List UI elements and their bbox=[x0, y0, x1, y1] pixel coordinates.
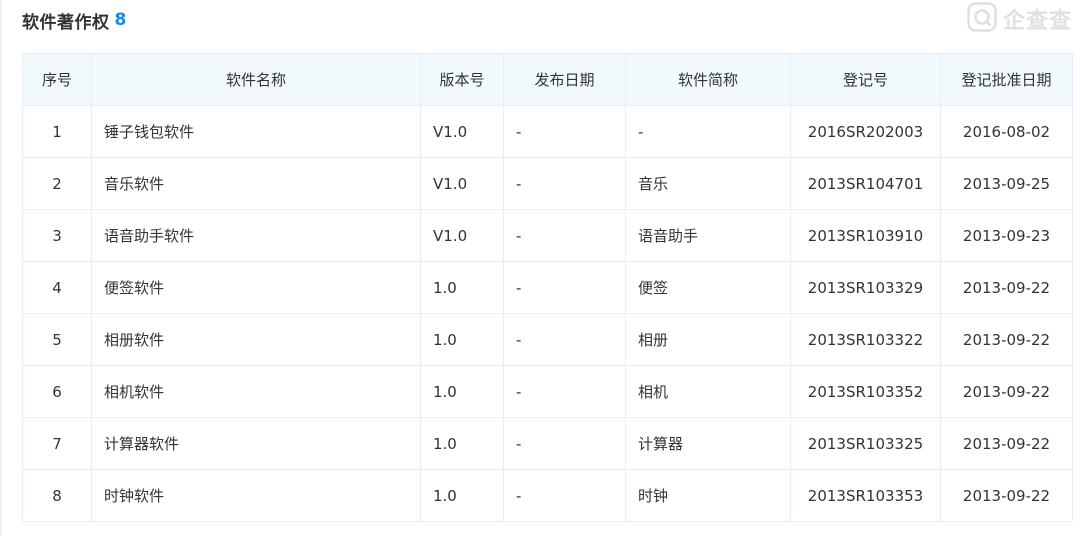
cell-software-name[interactable]: 时钟软件 bbox=[91, 469, 421, 522]
cell-index: 4 bbox=[22, 261, 92, 314]
cell-registration-number: 2013SR103352 bbox=[790, 365, 941, 418]
cell-approval-date: 2013-09-23 bbox=[940, 209, 1073, 262]
section-title: 软件著作权 bbox=[22, 12, 110, 33]
cell-version: V1.0 bbox=[420, 157, 504, 210]
cell-short-name: 语音助手 bbox=[625, 209, 791, 262]
cell-approval-date: 2016-08-02 bbox=[940, 105, 1073, 158]
cell-software-name[interactable]: 锤子钱包软件 bbox=[91, 105, 421, 158]
cell-release-date: - bbox=[503, 105, 626, 158]
cell-short-name: 计算器 bbox=[625, 417, 791, 470]
table-row: 2 音乐软件 V1.0 - 音乐 2013SR104701 2013-09-25 bbox=[22, 157, 1073, 210]
cell-registration-number: 2013SR103325 bbox=[790, 417, 941, 470]
cell-short-name: 便签 bbox=[625, 261, 791, 314]
header-registration-number: 登记号 bbox=[790, 53, 941, 106]
table-row: 8 时钟软件 1.0 - 时钟 2013SR103353 2013-09-22 bbox=[22, 469, 1073, 522]
cell-version: 1.0 bbox=[420, 261, 504, 314]
table-row: 3 语音助手软件 V1.0 - 语音助手 2013SR103910 2013-0… bbox=[22, 209, 1073, 262]
cell-approval-date: 2013-09-22 bbox=[940, 417, 1073, 470]
cell-registration-number: 2013SR103322 bbox=[790, 313, 941, 366]
cell-index: 7 bbox=[22, 417, 92, 470]
header-approval-date: 登记批准日期 bbox=[940, 53, 1073, 106]
cell-short-name: 时钟 bbox=[625, 469, 791, 522]
watermark-text: 企查查 bbox=[1002, 9, 1072, 34]
cell-release-date: - bbox=[503, 157, 626, 210]
cell-release-date: - bbox=[503, 261, 626, 314]
cell-approval-date: 2013-09-22 bbox=[940, 469, 1073, 522]
cell-software-name[interactable]: 音乐软件 bbox=[91, 157, 421, 210]
cell-index: 1 bbox=[22, 105, 92, 158]
watermark: 企查查 bbox=[967, 2, 1072, 36]
cell-version: 1.0 bbox=[420, 313, 504, 366]
table-row: 4 便签软件 1.0 - 便签 2013SR103329 2013-09-22 bbox=[22, 261, 1073, 314]
cell-release-date: - bbox=[503, 365, 626, 418]
cell-version: 1.0 bbox=[420, 365, 504, 418]
cell-registration-number: 2013SR104701 bbox=[790, 157, 941, 210]
table-header-row: 序号 软件名称 版本号 发布日期 软件简称 登记号 登记批准日期 bbox=[22, 53, 1073, 106]
cell-registration-number: 2013SR103910 bbox=[790, 209, 941, 262]
cell-approval-date: 2013-09-22 bbox=[940, 365, 1073, 418]
cell-version: V1.0 bbox=[420, 105, 504, 158]
left-divider bbox=[0, 0, 2, 536]
cell-release-date: - bbox=[503, 209, 626, 262]
cell-index: 8 bbox=[22, 469, 92, 522]
cell-version: 1.0 bbox=[420, 469, 504, 522]
cell-software-name[interactable]: 相机软件 bbox=[91, 365, 421, 418]
cell-short-name: 相机 bbox=[625, 365, 791, 418]
cell-short-name: 音乐 bbox=[625, 157, 791, 210]
cell-registration-number: 2013SR103353 bbox=[790, 469, 941, 522]
header-index: 序号 bbox=[22, 53, 92, 106]
cell-short-name: - bbox=[625, 105, 791, 158]
cell-release-date: - bbox=[503, 417, 626, 470]
cell-index: 2 bbox=[22, 157, 92, 210]
table-row: 1 锤子钱包软件 V1.0 - - 2016SR202003 2016-08-0… bbox=[22, 105, 1073, 158]
software-copyright-panel: 软件著作权 8 企查查 序号 软件名称 版本号 发布日期 软件简称 登记号 登记… bbox=[0, 0, 1080, 536]
cell-index: 3 bbox=[22, 209, 92, 262]
cell-software-name[interactable]: 语音助手软件 bbox=[91, 209, 421, 262]
cell-index: 5 bbox=[22, 313, 92, 366]
cell-release-date: - bbox=[503, 469, 626, 522]
cell-release-date: - bbox=[503, 313, 626, 366]
header-release-date: 发布日期 bbox=[503, 53, 626, 106]
table-row: 7 计算器软件 1.0 - 计算器 2013SR103325 2013-09-2… bbox=[22, 417, 1073, 470]
cell-software-name[interactable]: 计算器软件 bbox=[91, 417, 421, 470]
cell-approval-date: 2013-09-22 bbox=[940, 313, 1073, 366]
header-short-name: 软件简称 bbox=[625, 53, 791, 106]
table-row: 5 相册软件 1.0 - 相册 2013SR103322 2013-09-22 bbox=[22, 313, 1073, 366]
section-header: 软件著作权 8 bbox=[22, 6, 126, 34]
cell-version: 1.0 bbox=[420, 417, 504, 470]
section-count-badge: 8 bbox=[114, 10, 127, 30]
cell-registration-number: 2013SR103329 bbox=[790, 261, 941, 314]
cell-approval-date: 2013-09-25 bbox=[940, 157, 1073, 210]
header-software-name: 软件名称 bbox=[91, 53, 421, 106]
cell-software-name[interactable]: 相册软件 bbox=[91, 313, 421, 366]
cell-version: V1.0 bbox=[420, 209, 504, 262]
cell-index: 6 bbox=[22, 365, 92, 418]
copyright-table: 序号 软件名称 版本号 发布日期 软件简称 登记号 登记批准日期 1 锤子钱包软… bbox=[22, 53, 1073, 522]
table-row: 6 相机软件 1.0 - 相机 2013SR103352 2013-09-22 bbox=[22, 365, 1073, 418]
qichacha-logo-icon bbox=[967, 2, 997, 36]
header-version: 版本号 bbox=[420, 53, 504, 106]
cell-approval-date: 2013-09-22 bbox=[940, 261, 1073, 314]
cell-short-name: 相册 bbox=[625, 313, 791, 366]
cell-software-name[interactable]: 便签软件 bbox=[91, 261, 421, 314]
cell-registration-number: 2016SR202003 bbox=[790, 105, 941, 158]
